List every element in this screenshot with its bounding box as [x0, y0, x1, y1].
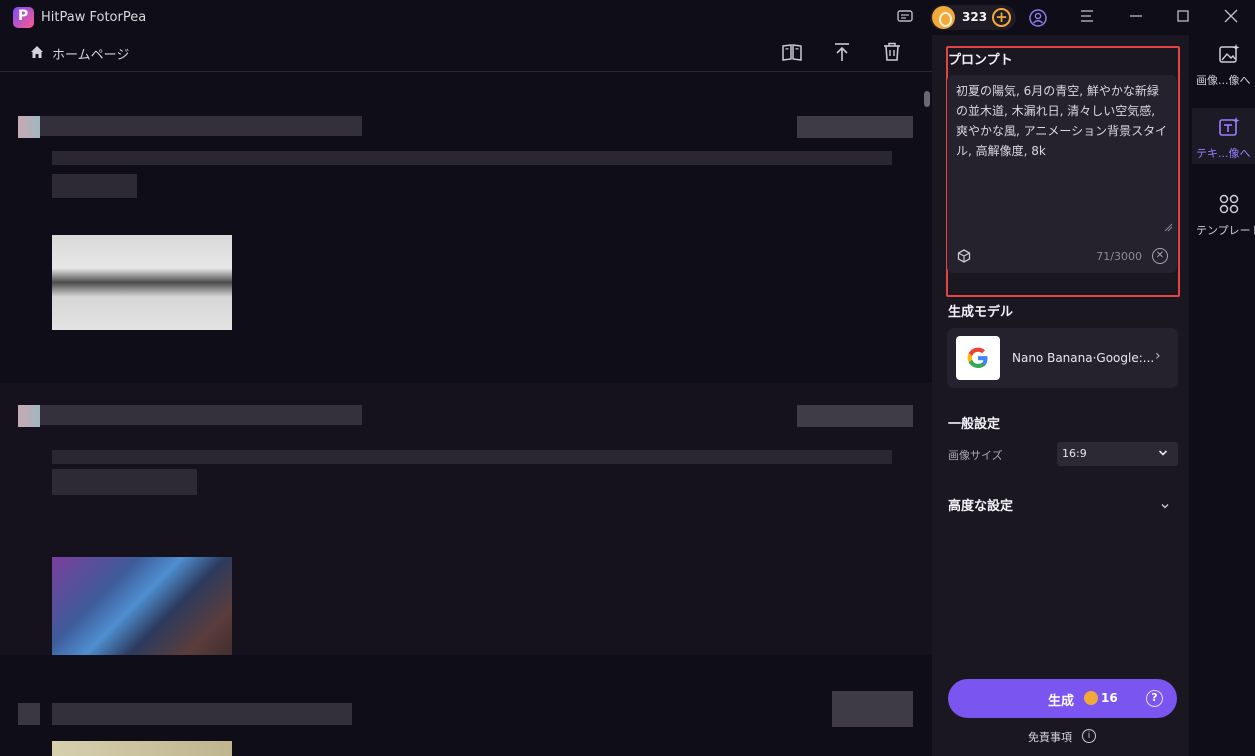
rail-label: 画像...像へ [1196, 74, 1251, 87]
app-logo-icon [13, 7, 34, 28]
prompt-text[interactable]: 初夏の陽気, 6月の青空, 鮮やかな新緑の並木道, 木漏れ日, 清々しい空気感,… [956, 81, 1168, 161]
rail-label: テンプレート [1196, 224, 1255, 237]
home-link[interactable]: ホームページ [52, 44, 129, 63]
generated-image-thumbnail[interactable] [52, 235, 232, 330]
obscured-text [52, 703, 352, 725]
maximize-icon[interactable] [1173, 8, 1193, 28]
help-icon[interactable]: ? [1146, 690, 1163, 707]
obscured-text [52, 174, 137, 198]
title-bar: HitPaw FotorPea 323 + [0, 0, 1255, 35]
obscured-text [832, 691, 913, 727]
settings-panel: プロンプト 初夏の陽気, 6月の青空, 鮮やかな新緑の並木道, 木漏れ日, 清々… [932, 35, 1189, 756]
google-logo-icon [956, 336, 1000, 380]
chevron-right-icon: › [1155, 348, 1161, 364]
clear-prompt-icon[interactable]: ✕ [1152, 248, 1168, 264]
history-pane: ホームページ [0, 35, 932, 756]
generate-button[interactable]: 生成 16 ? [948, 679, 1177, 718]
rail-item-templates[interactable]: テンプレート [1192, 185, 1255, 241]
history-item[interactable] [0, 383, 932, 667]
image-size-label: 画像サイズ [948, 449, 1003, 462]
obscured-text [52, 469, 197, 495]
coin-icon [1084, 691, 1098, 705]
history-item[interactable] [0, 655, 932, 756]
rail-item-image-to-image[interactable]: 画像...像へ [1192, 35, 1255, 91]
add-credits-icon[interactable]: + [992, 8, 1011, 27]
history-header: ホームページ [0, 35, 932, 72]
info-icon[interactable]: i [1082, 729, 1096, 743]
model-selector[interactable]: Nano Banana·Google:... › [947, 328, 1178, 388]
obscured-text [52, 151, 892, 165]
app-name: HitPaw FotorPea [41, 10, 147, 25]
image-size-select[interactable]: 16:9 [1057, 442, 1178, 466]
generated-image-thumbnail[interactable] [52, 557, 232, 667]
obscured-text [40, 405, 362, 425]
scrollbar-thumb[interactable] [924, 91, 930, 107]
history-item[interactable] [0, 78, 932, 383]
disclaimer-link[interactable]: 免責事項 [1028, 729, 1072, 745]
prompt-input[interactable]: 初夏の陽気, 6月の青空, 鮮やかな新緑の並木道, 木漏れ日, 清々しい空気感,… [947, 75, 1177, 273]
generate-label: 生成 [1048, 694, 1075, 709]
obscured-text [797, 405, 913, 427]
general-settings-title: 一般設定 [948, 417, 1001, 432]
obscured-text [797, 116, 913, 138]
guide-book-icon[interactable] [780, 40, 804, 64]
generate-cost: 16 [1101, 691, 1118, 705]
minimize-icon[interactable] [1126, 8, 1146, 28]
image-sparkle-icon [1219, 44, 1240, 63]
advanced-settings-title[interactable]: 高度な設定 [948, 495, 1013, 514]
avatar [18, 116, 40, 138]
menu-icon[interactable] [1077, 8, 1097, 28]
rail-label: テキ...像へ [1196, 147, 1251, 160]
rail-item-text-to-image[interactable]: テキ...像へ [1192, 108, 1255, 164]
scroll-top-icon[interactable] [830, 40, 854, 64]
credit-count: 323 [962, 10, 988, 24]
prompt-title: プロンプト [948, 53, 1013, 68]
prompt-counter: 71/3000 [1096, 250, 1142, 263]
text-image-icon [1219, 117, 1240, 136]
message-icon[interactable] [895, 8, 915, 28]
obscured-text [52, 450, 892, 464]
generated-image-thumbnail[interactable] [52, 741, 232, 756]
image-size-value: 16:9 [1062, 447, 1087, 460]
mode-rail: 画像...像へ テキ...像へ テンプレート [1189, 35, 1255, 756]
template-grid-icon [1219, 194, 1239, 214]
home-icon[interactable] [29, 44, 45, 60]
coin-icon [932, 6, 955, 29]
account-icon[interactable] [1028, 8, 1048, 28]
obscured-text [40, 116, 362, 136]
resize-grip-icon[interactable] [1163, 222, 1173, 232]
cube-icon[interactable] [957, 249, 971, 263]
avatar [18, 703, 40, 725]
model-title: 生成モデル [948, 305, 1014, 320]
chevron-down-icon [1158, 450, 1168, 456]
chevron-down-icon[interactable] [1160, 501, 1170, 511]
model-name: Nano Banana·Google:... [1012, 351, 1155, 365]
close-icon[interactable] [1221, 8, 1241, 28]
credits-badge[interactable]: 323 + [930, 5, 1016, 30]
trash-icon[interactable] [880, 40, 904, 64]
avatar [18, 405, 40, 427]
